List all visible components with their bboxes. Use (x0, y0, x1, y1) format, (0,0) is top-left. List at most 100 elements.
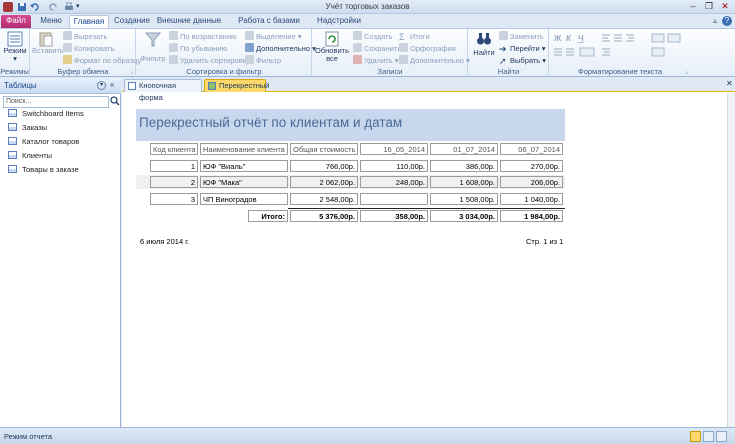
svg-text:К: К (566, 34, 572, 43)
navigation-pane: Таблицы ▾ « Поиск... Switchboard Items З… (0, 78, 121, 427)
more-records-button[interactable]: Дополнительно ▾ (399, 55, 470, 66)
header-date-2: 01_07_2014 (430, 143, 498, 155)
view-button[interactable]: Режим ▾ (2, 31, 28, 63)
cut-button[interactable]: Вырезать (63, 31, 107, 42)
scissors-icon (63, 31, 72, 40)
paste-label: Вставить (32, 46, 64, 55)
total-sum: 5 376,00р. (290, 210, 358, 222)
totals-button[interactable]: Σ Итоги (399, 31, 430, 42)
tab-home[interactable]: Главная (69, 15, 109, 28)
report-view-icon[interactable] (690, 431, 701, 442)
toggle-filter-icon (245, 55, 254, 64)
clipboard-launcher-icon[interactable]: ⌟ (130, 68, 133, 75)
total-d1: 358,00р. (360, 210, 428, 222)
binoculars-icon (477, 33, 491, 45)
refresh-icon (325, 31, 339, 47)
header-client-name: Наименование клиента (200, 143, 288, 155)
filter-button[interactable]: Фильтр (140, 31, 166, 63)
layout-view-icon[interactable] (716, 431, 727, 442)
tab-database-tools[interactable]: Работа с базами данных (226, 15, 312, 37)
document-area: Кнопочная форма Перекрестный ✕ Перекрест… (122, 78, 735, 427)
restore-button[interactable]: ❐ (702, 1, 716, 12)
vertical-scrollbar[interactable] (727, 93, 735, 427)
new-record-button[interactable]: Создать (353, 31, 393, 42)
document-tabs: Кнопочная форма Перекрестный ✕ (122, 78, 735, 102)
group-find-label: Найти (497, 67, 520, 76)
find-button[interactable]: Найти (471, 31, 497, 57)
save-record-button[interactable]: Сохранить (353, 43, 401, 54)
row-1-d1: 110,00р. (360, 160, 428, 172)
window-title: Учёт торговых заказов (325, 2, 410, 11)
table-icon (8, 151, 17, 159)
replace-button[interactable]: Заменить (499, 31, 544, 42)
new-record-icon (353, 31, 362, 40)
tab-file[interactable]: Файл (1, 15, 31, 28)
help-icon[interactable]: ? (722, 16, 732, 26)
row-2-name: ЮФ "Мака" (200, 176, 288, 188)
print-preview-icon[interactable] (703, 431, 714, 442)
spelling-button[interactable]: Орфография (399, 43, 456, 54)
row-3-d2: 1 508,00р. (430, 193, 498, 205)
nav-search-input[interactable]: Поиск... (3, 96, 109, 108)
nav-header[interactable]: Таблицы ▾ « (0, 78, 121, 94)
format-painter-button[interactable]: Формат по образцу (63, 55, 141, 66)
toggle-filter-button[interactable]: Фильтр (245, 55, 281, 66)
group-sort-filter-label: Сортировка и фильтр (186, 67, 262, 76)
nav-item-catalog[interactable]: Каталог товаров (8, 136, 79, 148)
goto-button[interactable]: ➔ Перейти ▾ (499, 43, 546, 54)
nav-item-orders[interactable]: Заказы (8, 122, 47, 134)
ribbon-minimize-icon[interactable]: ▵ (710, 16, 720, 26)
title-bar: ▾ Учёт торговых заказов – ❐ ✕ (0, 0, 735, 14)
header-total-cost: Общая стоимость (290, 143, 358, 155)
group-views-label: Режимы (0, 67, 29, 76)
selection-button[interactable]: Выделение ▾ (245, 31, 302, 42)
advanced-filter-button[interactable]: Дополнительно ▾ (245, 43, 316, 54)
sort-asc-icon (169, 31, 178, 40)
sort-descending-button[interactable]: По убыванию (169, 43, 227, 54)
refresh-label-2: все (326, 54, 338, 63)
form-icon (128, 82, 136, 90)
status-bar: Режим отчета (0, 427, 735, 444)
nav-dropdown-icon[interactable]: ▾ (97, 81, 106, 90)
header-client-code: Код клиента (150, 143, 198, 155)
nav-item-order-items[interactable]: Товары в заказе (8, 164, 79, 176)
search-icon[interactable] (110, 96, 120, 106)
group-text-formatting-label: Форматирование текста (578, 67, 662, 76)
group-views: Режим ▾ Режимы (0, 29, 30, 77)
paste-icon (39, 32, 53, 47)
refresh-all-button[interactable]: Обновить все (315, 31, 349, 63)
doc-tab-switchboard[interactable]: Кнопочная форма (124, 79, 202, 102)
minimize-button[interactable]: – (686, 1, 700, 12)
close-button[interactable]: ✕ (718, 1, 732, 12)
tab-create[interactable]: Создание (112, 15, 152, 28)
nav-collapse-icon[interactable]: « (110, 80, 114, 89)
text-launcher-icon[interactable]: ⌟ (685, 68, 688, 75)
select-button[interactable]: ➚ Выбрать ▾ (499, 55, 546, 66)
nav-item-switchboard[interactable]: Switchboard Items (8, 108, 84, 120)
group-records-label: Записи (377, 67, 403, 76)
header-date-1: 16_05_2014 (360, 143, 428, 155)
copy-button[interactable]: Копировать (63, 43, 114, 54)
row-3-name: ЧП Виноградов (200, 193, 288, 205)
nav-item-clients[interactable]: Клиенты (8, 150, 52, 162)
row-2-d3: 206,00р. (500, 176, 563, 188)
tab-addins[interactable]: Надстройки (316, 15, 362, 28)
tab-external-data[interactable]: Внешние данные (156, 15, 222, 28)
row-2-d1: 248,00р. (360, 176, 428, 188)
row-3-total: 2 548,00р. (290, 193, 358, 205)
text-formatting-controls[interactable]: ЖКЧ (552, 32, 688, 66)
sort-ascending-button[interactable]: По возрастанию (169, 31, 237, 42)
row-2-d2: 1 608,00р. (430, 176, 498, 188)
doc-tab-crosstab[interactable]: Перекрестный (204, 79, 269, 92)
spelling-icon (399, 43, 408, 52)
delete-record-button[interactable]: Удалить ▾ (353, 55, 399, 66)
row-1-name: ЮФ "Виаль" (200, 160, 288, 172)
paste-button[interactable]: Вставить (32, 31, 64, 55)
close-doc-icon[interactable]: ✕ (726, 79, 733, 88)
sigma-icon: Σ (399, 32, 405, 42)
remove-sort-button[interactable]: Удалить сортировку (169, 55, 250, 66)
row-2-total: 2 062,00р. (290, 176, 358, 188)
row-1-d3: 270,00р. (500, 160, 563, 172)
tab-menu[interactable]: Меню (35, 15, 67, 28)
selection-icon (245, 31, 254, 40)
